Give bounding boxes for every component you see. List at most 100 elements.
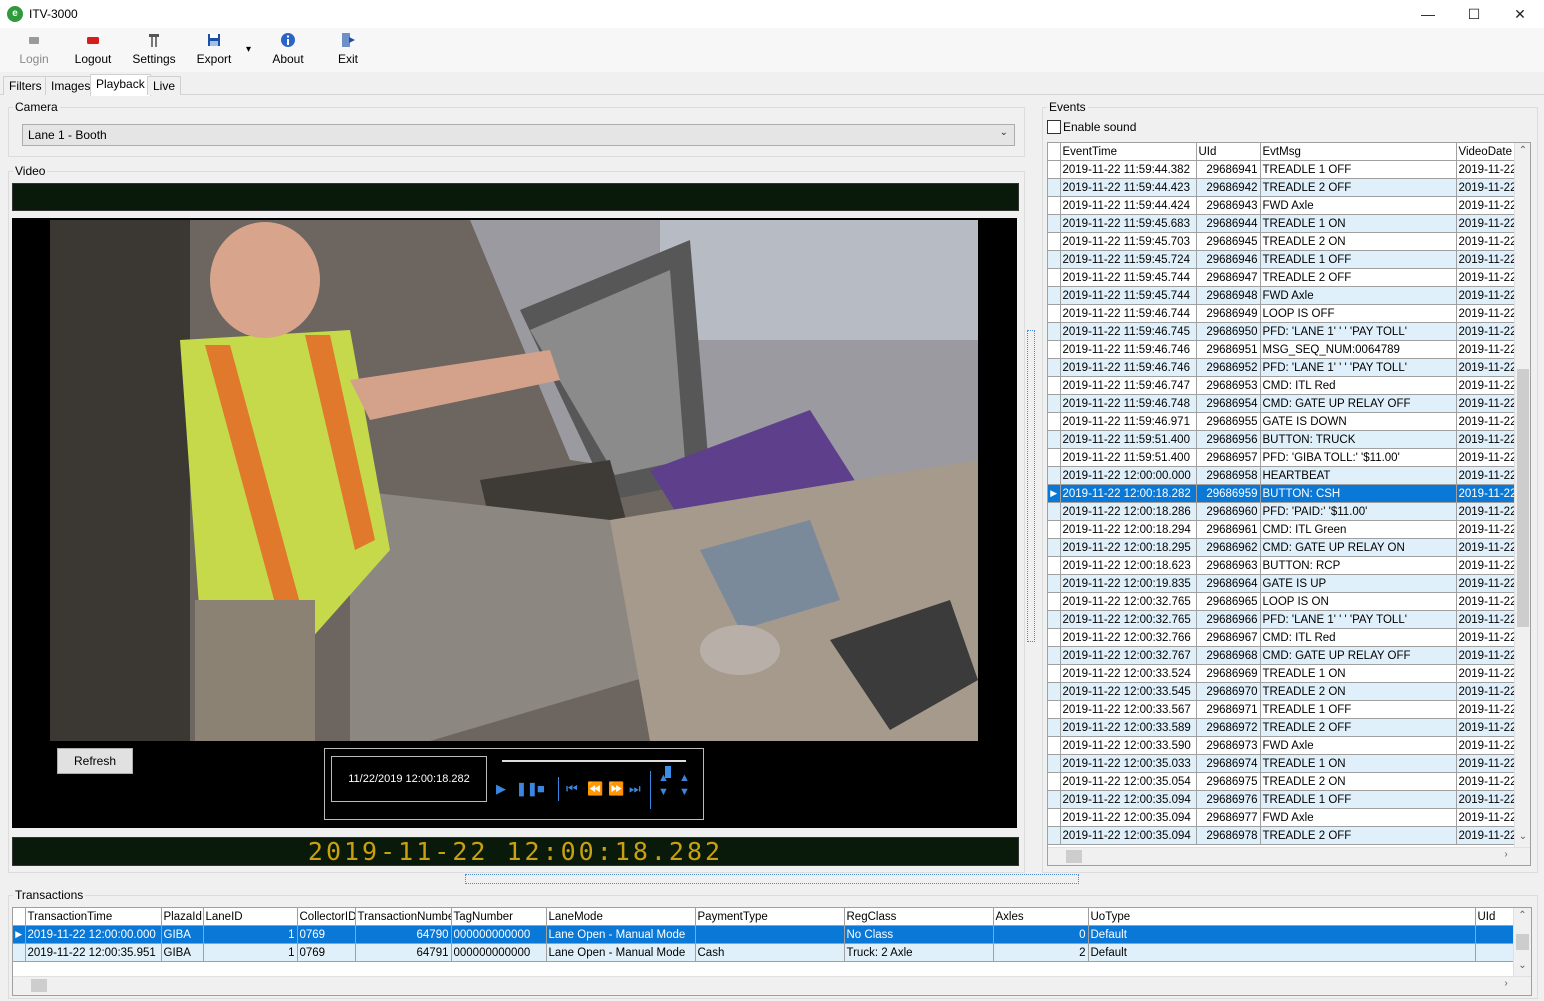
column-header[interactable]: CollectorID xyxy=(297,908,356,926)
events-scroll-thumb[interactable] xyxy=(1517,369,1529,627)
event-row[interactable]: 2019-11-22 11:59:45.744 29686947 TREADLE 2… xyxy=(1048,268,1515,287)
column-header[interactable]: VideoDate xyxy=(1456,143,1515,161)
scroll-right-arrow-icon[interactable]: › xyxy=(1499,849,1513,860)
row-header[interactable] xyxy=(1048,610,1061,629)
event-row[interactable]: 2019-11-22 11:59:44.382 29686941 TREADLE 1… xyxy=(1048,160,1515,179)
event-row[interactable]: 2019-11-22 11:59:46.746 29686952 PFD: 'LAN… xyxy=(1048,358,1515,377)
event-row[interactable]: 2019-11-22 12:00:33.545 29686970 TREADLE 2… xyxy=(1048,682,1515,701)
row-header[interactable] xyxy=(1048,520,1061,539)
row-header[interactable] xyxy=(1048,682,1061,701)
camera-select[interactable]: Lane 1 - Booth ⌄ xyxy=(22,124,1015,146)
event-row[interactable]: 2019-11-22 12:00:19.835 29686964 GATE IS U… xyxy=(1048,574,1515,593)
column-header[interactable]: LaneMode xyxy=(546,908,696,926)
events-hscroll-thumb[interactable] xyxy=(1066,850,1082,863)
transactions-vertical-scrollbar[interactable]: ⌃ ⌄ xyxy=(1513,908,1531,976)
event-row[interactable]: 2019-11-22 11:59:46.971 29686955 GATE IS D… xyxy=(1048,412,1515,431)
settings-button[interactable]: Settings xyxy=(129,32,179,66)
row-header[interactable] xyxy=(1048,592,1061,611)
event-row[interactable]: 2019-11-22 12:00:33.590 29686973 FWD Axle 2… xyxy=(1048,736,1515,755)
event-row[interactable]: 2019-11-22 12:00:32.767 29686968 CMD: GATE… xyxy=(1048,646,1515,665)
row-header[interactable] xyxy=(1048,322,1061,341)
scroll-up-arrow-icon[interactable]: ⌃ xyxy=(1515,145,1530,156)
tab-images[interactable]: Images xyxy=(45,76,97,95)
row-header[interactable] xyxy=(1048,700,1061,719)
column-header[interactable]: UId xyxy=(1475,908,1514,926)
scroll-right-arrow-icon[interactable]: › xyxy=(1499,978,1513,989)
event-row[interactable]: 2019-11-22 12:00:18.294 29686961 CMD: ITL … xyxy=(1048,520,1515,539)
column-header[interactable]: TransactionNumber xyxy=(355,908,452,926)
column-header[interactable]: RegClass xyxy=(844,908,994,926)
row-header[interactable] xyxy=(1048,664,1061,683)
event-row[interactable]: 2019-11-22 11:59:51.400 29686957 PFD: 'GIB… xyxy=(1048,448,1515,467)
row-header[interactable]: ▶ xyxy=(13,925,26,944)
row-header[interactable] xyxy=(1048,196,1061,215)
row-header[interactable] xyxy=(1048,556,1061,575)
events-vertical-scrollbar[interactable]: ⌃ ⌄ xyxy=(1514,143,1530,847)
row-header[interactable] xyxy=(1048,214,1061,233)
row-header[interactable] xyxy=(1048,646,1061,665)
transactions-horizontal-scrollbar[interactable]: › xyxy=(13,976,1531,995)
skip-to-end-icon[interactable]: ⏭ xyxy=(629,781,641,797)
event-row[interactable]: 2019-11-22 12:00:32.765 29686965 LOOP IS O… xyxy=(1048,592,1515,611)
event-row[interactable]: 2019-11-22 12:00:18.623 29686963 BUTTON: R… xyxy=(1048,556,1515,575)
row-header[interactable] xyxy=(1048,808,1061,827)
skip-to-start-icon[interactable]: ⏮ xyxy=(566,781,578,797)
transactions-scroll-thumb[interactable] xyxy=(1516,934,1529,950)
row-header[interactable] xyxy=(1048,250,1061,269)
scroll-down-arrow-icon[interactable]: ⌄ xyxy=(1515,831,1530,842)
event-row[interactable]: 2019-11-22 11:59:44.423 29686942 TREADLE 2… xyxy=(1048,178,1515,197)
row-header[interactable] xyxy=(1048,790,1061,809)
export-button[interactable]: Export xyxy=(189,32,239,66)
events-horizontal-scrollbar[interactable]: › xyxy=(1048,847,1530,865)
row-header[interactable] xyxy=(1048,628,1061,647)
login-button[interactable]: Login xyxy=(9,32,59,66)
exit-button[interactable]: Exit xyxy=(323,32,373,66)
tab-playback[interactable]: Playback xyxy=(90,74,151,96)
maximize-button[interactable]: ☐ xyxy=(1451,0,1497,28)
event-row[interactable]: 2019-11-22 12:00:32.766 29686967 CMD: ITL … xyxy=(1048,628,1515,647)
row-header[interactable] xyxy=(1048,448,1061,467)
row-header[interactable] xyxy=(1048,502,1061,521)
fast-forward-icon[interactable]: ⏩ xyxy=(608,781,624,797)
column-header[interactable]: PaymentType xyxy=(695,908,845,926)
event-row[interactable]: 2019-11-22 12:00:35.094 29686978 TREADLE 2… xyxy=(1048,826,1515,845)
event-row[interactable]: 2019-11-22 12:00:35.094 29686977 FWD Axle 2… xyxy=(1048,808,1515,827)
row-header[interactable] xyxy=(13,943,26,962)
frame-step-icon[interactable]: ▲ ▼ xyxy=(679,771,690,799)
event-row[interactable]: 2019-11-22 11:59:45.724 29686946 TREADLE 1… xyxy=(1048,250,1515,269)
row-header[interactable] xyxy=(1048,232,1061,251)
logout-button[interactable]: Logout xyxy=(68,32,118,66)
event-row[interactable]: 2019-11-22 11:59:51.400 29686956 BUTTON: T… xyxy=(1048,430,1515,449)
row-header[interactable] xyxy=(1048,430,1061,449)
row-header[interactable] xyxy=(1048,268,1061,287)
event-row[interactable]: 2019-11-22 11:59:46.748 29686954 CMD: GATE… xyxy=(1048,394,1515,413)
event-row[interactable]: ▶ 2019-11-22 12:00:18.282 29686959 BUTTON: … xyxy=(1048,484,1515,503)
row-header[interactable] xyxy=(1048,358,1061,377)
column-header[interactable]: UId xyxy=(1196,143,1261,161)
event-row[interactable]: 2019-11-22 11:59:45.703 29686945 TREADLE 2… xyxy=(1048,232,1515,251)
row-header[interactable] xyxy=(1048,826,1061,845)
column-header[interactable]: EventTime xyxy=(1060,143,1197,161)
event-row[interactable]: 2019-11-22 12:00:18.295 29686962 CMD: GATE… xyxy=(1048,538,1515,557)
row-header[interactable]: ▶ xyxy=(1048,484,1061,503)
speed-up-icon[interactable]: ▲ ▼ xyxy=(658,771,669,799)
event-row[interactable]: 2019-11-22 12:00:18.286 29686960 PFD: 'PAI… xyxy=(1048,502,1515,521)
row-header[interactable] xyxy=(1048,286,1061,305)
event-row[interactable]: 2019-11-22 12:00:33.524 29686969 TREADLE 1… xyxy=(1048,664,1515,683)
about-button[interactable]: About xyxy=(263,32,313,66)
rewind-icon[interactable]: ⏪ xyxy=(587,781,603,797)
pause-icon[interactable]: ❚❚ xyxy=(516,781,538,797)
row-header[interactable] xyxy=(1048,772,1061,791)
column-header[interactable]: Axles xyxy=(993,908,1089,926)
transaction-row[interactable]: 2019-11-22 12:00:35.951 GIBA 1 0769 64791 000… xyxy=(13,943,1514,962)
vertical-splitter[interactable] xyxy=(1027,330,1035,642)
event-row[interactable]: 2019-11-22 11:59:46.745 29686950 PFD: 'LAN… xyxy=(1048,322,1515,341)
row-header[interactable] xyxy=(1048,178,1061,197)
event-row[interactable]: 2019-11-22 11:59:46.746 29686951 MSG_SEQ_N… xyxy=(1048,340,1515,359)
column-header[interactable]: PlazaId xyxy=(161,908,204,926)
column-header[interactable]: EvtMsg xyxy=(1260,143,1457,161)
event-row[interactable]: 2019-11-22 11:59:46.747 29686953 CMD: ITL … xyxy=(1048,376,1515,395)
export-dropdown-arrow[interactable]: ▾ xyxy=(246,44,251,55)
row-header[interactable] xyxy=(1048,412,1061,431)
column-header[interactable]: LaneID xyxy=(203,908,298,926)
